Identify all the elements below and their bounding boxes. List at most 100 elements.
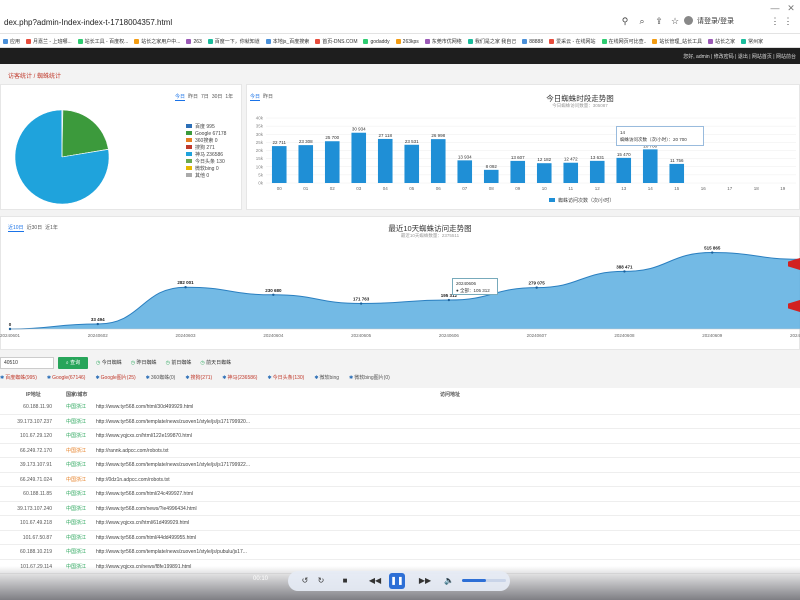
url-cell[interactable]: http://www.tyr568.com/news/?ie4996434.ht… — [96, 502, 197, 516]
bar-00[interactable] — [271, 146, 287, 183]
bookmark-star-icon[interactable]: ☆ — [670, 16, 680, 26]
bar-10[interactable] — [536, 163, 552, 183]
user-info[interactable]: 您好, admin | 修改密码 | 退出 | 网站首页 | 网站前台 — [683, 53, 796, 60]
table-row[interactable]: 66.249.71.024 中国浙江 http://0dz1n.adpcc.com/… — [0, 473, 800, 487]
table-row[interactable]: 39.173.107.91 中国浙江 http://www.tyr568.com/t… — [0, 458, 800, 473]
bar-12[interactable] — [589, 160, 605, 183]
quick-filter-button[interactable]: ◷ 今日蜘蛛 — [96, 360, 122, 366]
pie-legend-item[interactable]: 搜狗 271 — [186, 145, 226, 152]
table-row[interactable]: 39.173.107.237 中国浙江 http://www.tyr568.com/… — [0, 415, 800, 429]
engine-filter-item[interactable]: ✱360蜘蛛(0) — [146, 375, 181, 381]
bar-03[interactable] — [351, 132, 367, 183]
quick-filter-button[interactable]: ◷ 昨日蜘蛛 — [131, 360, 157, 366]
url-cell[interactable]: http://www.tyr568.com/html/44dd499955.ht… — [96, 531, 196, 545]
engine-filter-item[interactable]: ✱百度蜘蛛(995) — [0, 375, 42, 381]
address-bar[interactable]: dex.php?admin-Index-index-t-1718004357.h… — [4, 18, 172, 27]
table-row[interactable]: 60.188.11.85 中国浙江 http://www.tyr568.com/ht… — [0, 487, 800, 502]
table-row[interactable]: 60.188.11.90 中国浙江 http://www.tyr568.com/ht… — [0, 400, 800, 415]
bar-04[interactable] — [377, 138, 393, 183]
close-icon[interactable]: ✕ — [786, 3, 796, 13]
bookmark-item[interactable]: 百度一下，你就知道 — [207, 38, 260, 45]
bookmark-item[interactable]: 站长管理_站长工具 — [652, 38, 702, 45]
area-point-20240608[interactable] — [623, 270, 626, 273]
pie-legend-item[interactable]: 神马 236586 — [186, 152, 226, 159]
bookmark-item[interactable]: 站长之家用户中... — [134, 38, 180, 45]
bookmark-item[interactable]: 常州家 — [741, 38, 763, 45]
pause-button[interactable]: ❚❚ — [389, 573, 405, 589]
bookmark-item[interactable]: 88888 — [522, 39, 543, 45]
bar-13[interactable] — [616, 157, 632, 183]
pie-legend-item[interactable]: 360搜索 0 — [186, 138, 226, 145]
rotate-right-icon[interactable]: ↻ — [314, 574, 328, 588]
url-cell[interactable]: http://www.tyr568.com/html/30d499929.htm… — [96, 400, 193, 414]
stop-icon[interactable]: ■ — [338, 574, 352, 588]
zoom-icon[interactable]: ⌕ — [637, 16, 647, 26]
bar-05[interactable] — [404, 144, 420, 183]
table-row[interactable]: 60.188.10.219 中国浙江 http://www.tyr568.com/t… — [0, 545, 800, 560]
engine-filter-item[interactable]: ✱搜狗(271) — [185, 375, 217, 381]
url-cell[interactable]: http://rannk.adpcc.com/robots.txt — [96, 444, 169, 458]
table-row[interactable]: 101.67.29.120 中国浙江 http://www.yqjcxs.cn/ht… — [0, 429, 800, 444]
area-point-20240604[interactable] — [272, 293, 275, 297]
bookmark-item[interactable]: 站长工具 - 百度权... — [77, 38, 128, 45]
url-cell[interactable]: http://www.tyr568.com/html/24c499927.htm… — [96, 487, 193, 501]
location-icon[interactable]: ⚲ — [620, 16, 630, 26]
bookmark-item[interactable]: 东莞市优网络 — [424, 38, 462, 45]
bookmark-item[interactable]: 月嘉兰 - 上班哪... — [26, 38, 72, 45]
bookmark-item[interactable]: 爱采云 - 在线网站 — [549, 38, 596, 45]
area-point-20240607[interactable] — [535, 286, 538, 289]
area-point-20240605[interactable] — [359, 302, 363, 305]
avatar[interactable] — [684, 16, 693, 25]
area-point-20240603[interactable] — [184, 286, 187, 289]
bar-07[interactable] — [457, 160, 473, 183]
search-input[interactable]: 40510 — [0, 357, 54, 369]
bookmark-item[interactable]: 263kps — [395, 39, 419, 45]
area-point-20240609[interactable] — [711, 251, 714, 254]
area-point-20240601[interactable] — [8, 327, 12, 331]
table-row[interactable]: 66.249.72.170 中国浙江 http://rannk.adpcc.com/… — [0, 444, 800, 458]
pie-legend-item[interactable]: 百度 995 — [186, 124, 226, 131]
rewind-icon[interactable]: ◀◀ — [368, 574, 382, 588]
pie-slice-Google[interactable] — [61, 109, 109, 158]
url-cell[interactable]: http://www.yqjcxs.cn/html/61d499929.html — [96, 516, 189, 530]
bookmark-item[interactable]: godaddy — [363, 39, 390, 45]
url-cell[interactable]: http://www.tyr568.com/template/news/zuov… — [96, 545, 247, 559]
engine-filter-item[interactable]: ✱Google图片(25) — [95, 375, 140, 381]
bar-01[interactable] — [298, 145, 314, 183]
bar-11[interactable] — [563, 162, 579, 183]
bar-06[interactable] — [430, 139, 446, 183]
search-button[interactable]: ⌕ 查询 — [58, 357, 88, 369]
bar-02[interactable] — [324, 141, 340, 183]
bookmark-item[interactable]: 站长之家 — [708, 38, 735, 45]
engine-filter-item[interactable]: ✱Google(67146) — [47, 375, 91, 381]
engine-filter-item[interactable]: ✱微软bing — [314, 375, 344, 381]
bookmark-item[interactable]: 我们是之家 我自己 — [467, 38, 516, 45]
table-row[interactable]: 101.67.50.87 中国浙江 http://www.tyr568.com/ht… — [0, 531, 800, 545]
bookmark-item[interactable]: 首页-DNS.COM — [315, 38, 357, 45]
engine-filter-item[interactable]: ✱微软bing图片(0) — [349, 375, 395, 381]
signin-link[interactable]: 请登录/登录 — [697, 16, 734, 26]
url-cell[interactable]: http://0dz1n.adpcc.com/robots.txt — [96, 473, 170, 487]
url-cell[interactable]: http://www.tyr568.com/template/news/zuov… — [96, 415, 250, 429]
bar-15[interactable] — [669, 163, 685, 183]
area-point-20240606[interactable] — [447, 298, 451, 302]
minimize-icon[interactable]: — — [770, 3, 780, 13]
bookmark-item[interactable]: 应用 — [3, 38, 20, 45]
pie-legend-item[interactable]: 其他 0 — [186, 173, 226, 180]
url-cell[interactable]: http://www.tyr568.com/template/news/zuov… — [96, 458, 250, 472]
engine-filter-item[interactable]: ✱神马(236586) — [222, 375, 262, 381]
bar-08[interactable] — [483, 169, 499, 183]
bookmark-item[interactable]: 本地js_百度搜索 — [265, 38, 309, 45]
bookmark-item[interactable]: 在线网页可比查.. — [601, 38, 646, 45]
pie-legend-item[interactable]: 微软bing 0 — [186, 166, 226, 173]
pie-legend-item[interactable]: 今日头条 130 — [186, 159, 226, 166]
area-point-20240602[interactable] — [96, 322, 99, 326]
menu-icon[interactable]: ⋮ — [783, 16, 793, 26]
fast-forward-icon[interactable]: ▶▶ — [418, 574, 432, 588]
url-cell[interactable]: http://www.yqjcxs.cn/html/122e199870.htm… — [96, 429, 192, 443]
volume-icon[interactable]: 🔈 — [442, 574, 456, 588]
bar-14[interactable] — [642, 149, 658, 183]
extensions-icon[interactable]: ⋮ — [770, 16, 780, 26]
quick-filter-button[interactable]: ◷ 前天日蜘蛛 — [200, 360, 231, 366]
table-row[interactable]: 39.173.107.240 中国浙江 http://www.tyr568.com/… — [0, 502, 800, 516]
